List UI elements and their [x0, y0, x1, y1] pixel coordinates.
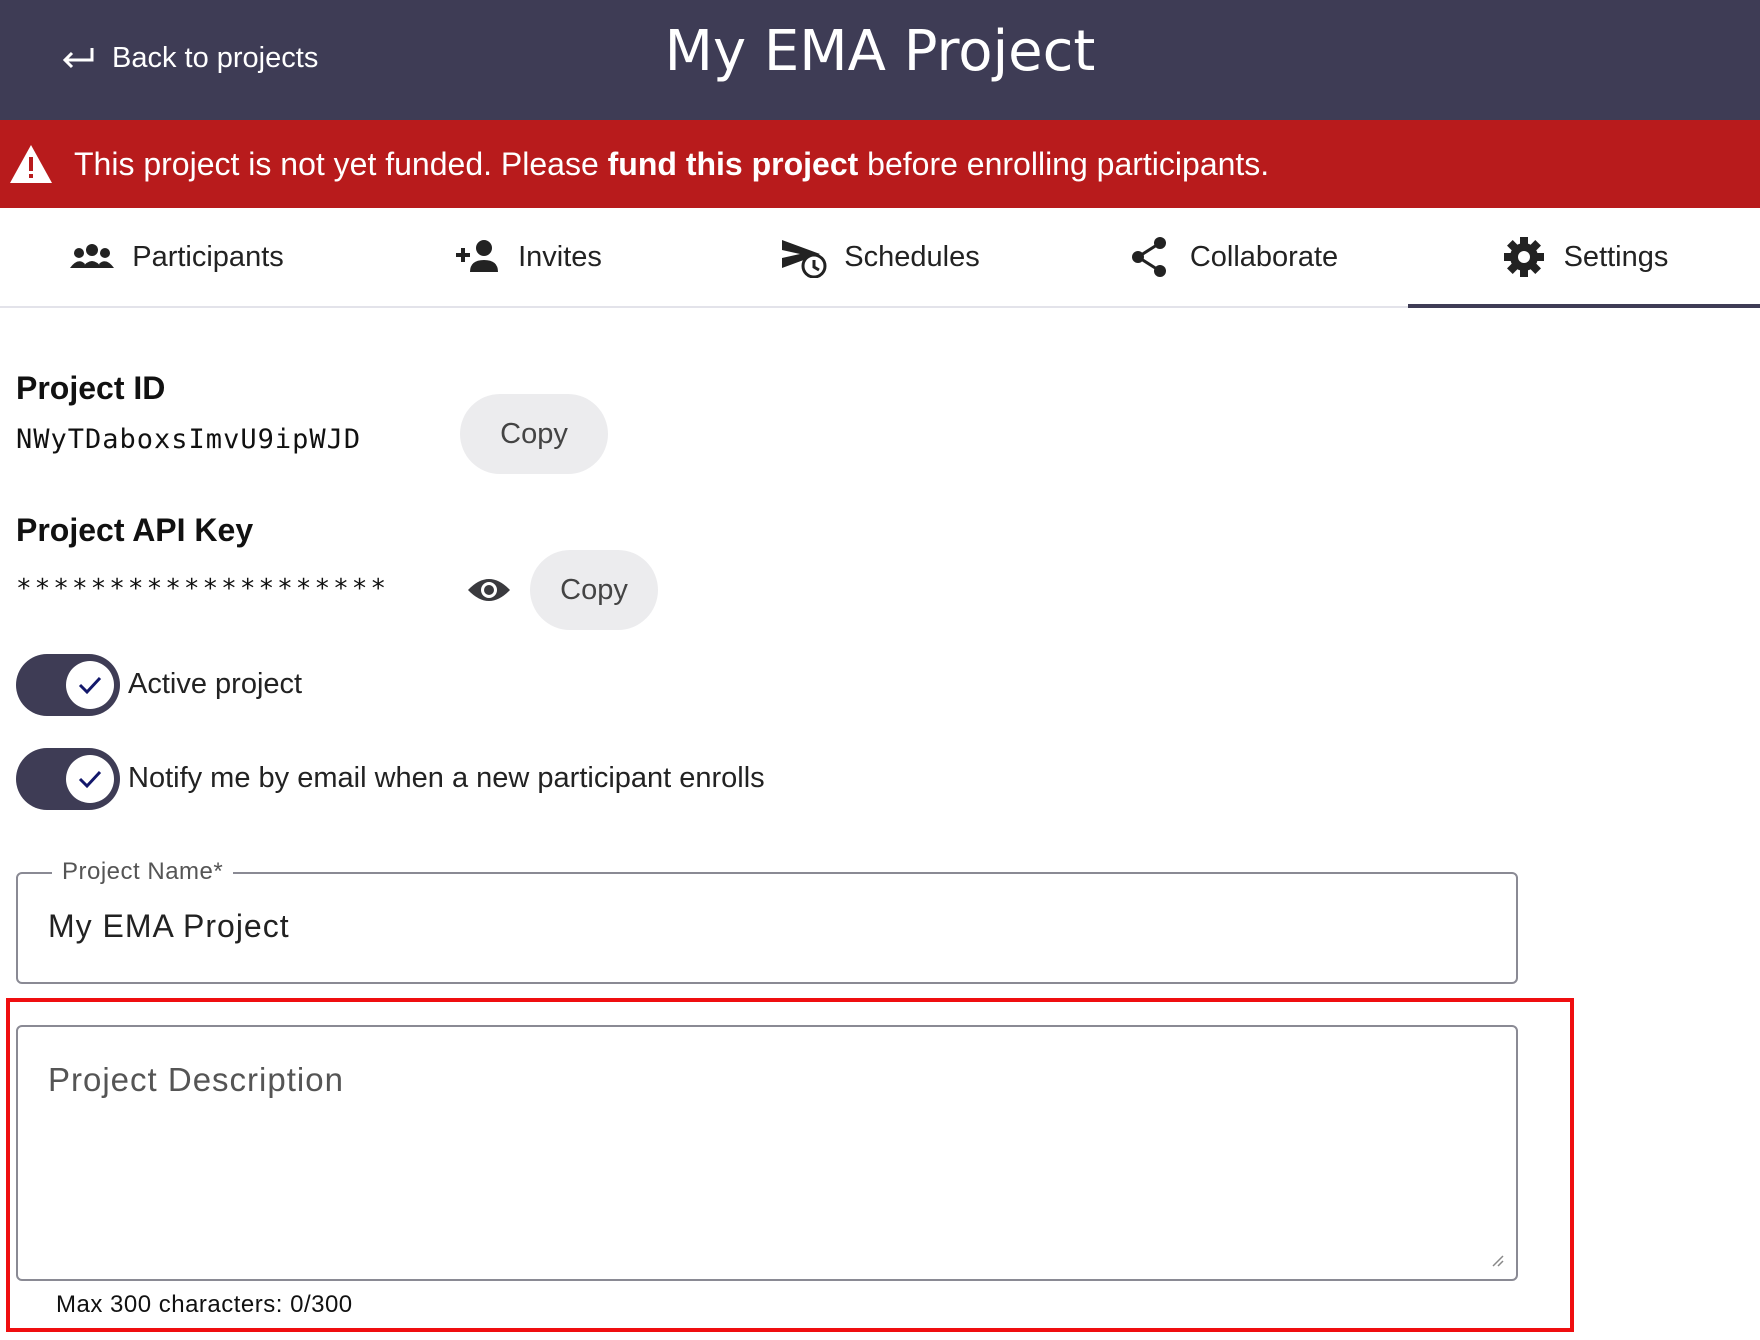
active-project-label: Active project: [128, 668, 303, 700]
warning-triangle-icon: [10, 145, 52, 183]
tab-schedules[interactable]: Schedules: [704, 208, 1056, 306]
project-id-value: NWyTDaboxsImvU9ipWJD: [16, 424, 362, 455]
page-title: My EMA Project: [664, 19, 1096, 84]
gear-icon: [1503, 237, 1544, 277]
tab-collaborate-label: Collaborate: [1189, 240, 1339, 273]
show-api-key-eye-icon[interactable]: [466, 572, 512, 608]
fund-project-link[interactable]: fund this project: [608, 146, 859, 182]
alert-text: This project is not yet funded. Please f…: [74, 146, 1269, 183]
check-icon: [78, 770, 102, 789]
share-icon: [1131, 237, 1166, 277]
project-tabs: Participants Invites Schedules Collabora…: [0, 208, 1760, 308]
tab-participants-label: Participants: [132, 240, 284, 273]
api-key-heading: Project API Key: [16, 512, 254, 548]
notify-email-label: Notify me by email when a new participan…: [128, 762, 765, 794]
project-id-heading: Project ID: [16, 370, 166, 406]
api-key-masked-value: ********************: [16, 574, 390, 604]
project-name-field: Project Name*: [16, 858, 1518, 984]
tab-invites-label: Invites: [518, 240, 602, 273]
project-name-input[interactable]: [48, 908, 1486, 945]
tab-participants[interactable]: Participants: [0, 208, 352, 306]
tab-collaborate[interactable]: Collaborate: [1056, 208, 1408, 306]
copy-project-id-button[interactable]: Copy: [460, 394, 608, 474]
tab-settings[interactable]: Settings: [1408, 208, 1760, 308]
alert-text-before: This project is not yet funded. Please: [74, 145, 608, 182]
description-character-counter: Max 300 characters: 0/300: [56, 1291, 353, 1318]
tab-settings-label: Settings: [1563, 240, 1669, 273]
notify-email-toggle[interactable]: [16, 748, 120, 810]
tab-schedules-label: Schedules: [844, 240, 980, 273]
resize-handle-icon[interactable]: [1490, 1253, 1504, 1267]
project-name-field-label: Project Name*: [52, 858, 234, 886]
schedule-send-icon: [782, 240, 827, 278]
toggle-knob: [66, 661, 114, 709]
copy-api-key-button[interactable]: Copy: [530, 550, 658, 630]
toggle-knob: [66, 755, 114, 803]
check-icon: [78, 676, 102, 695]
alert-text-after: before enrolling participants.: [858, 145, 1270, 182]
app-header: Back to projects My EMA Project: [0, 0, 1760, 120]
participants-icon: [70, 244, 115, 268]
project-description-placeholder: Project Description: [48, 1061, 344, 1098]
project-description-field[interactable]: Project Description: [16, 1025, 1518, 1281]
person-add-icon: [456, 240, 499, 272]
funding-alert-banner: This project is not yet funded. Please f…: [0, 120, 1760, 208]
tab-invites[interactable]: Invites: [352, 208, 704, 306]
active-project-toggle[interactable]: [16, 654, 120, 716]
